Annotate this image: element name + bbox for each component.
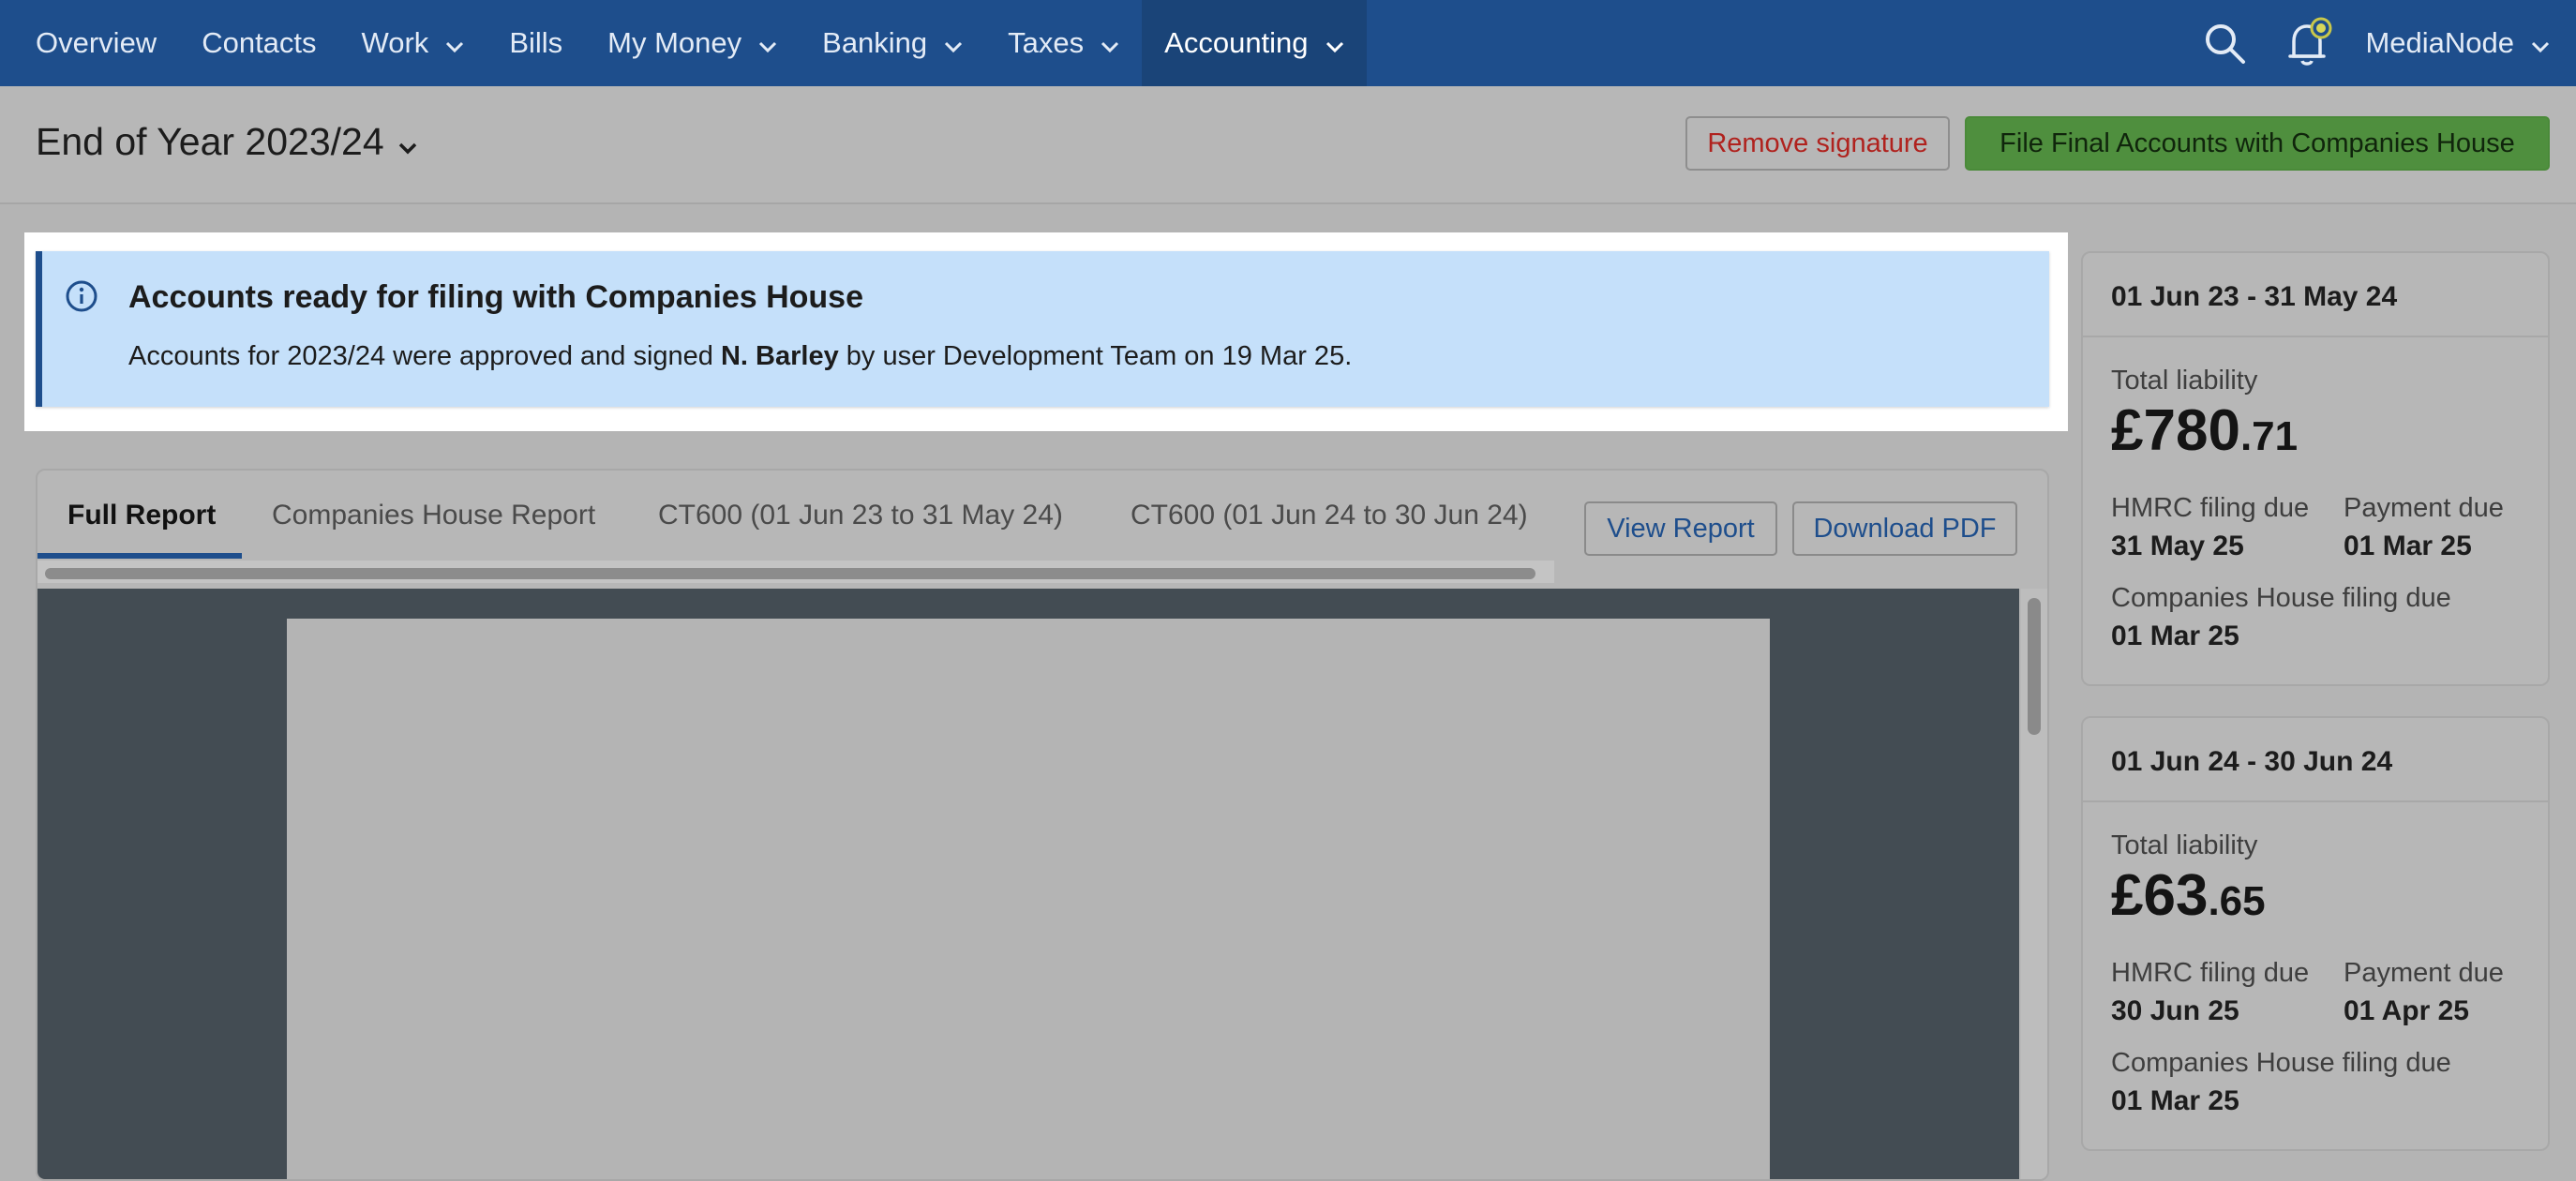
nav-bills-label: Bills	[509, 26, 563, 59]
tab-ct600-2024[interactable]: CT600 (01 Jun 24 to 30 Jun 24)	[1131, 471, 1528, 561]
total-liability-label: Total liability	[2111, 366, 2258, 396]
nav-banking[interactable]: Banking	[800, 0, 985, 86]
nav-work[interactable]: Work	[339, 0, 487, 86]
banner-highlight: Accounts ready for filing with Companies…	[24, 232, 2068, 431]
total-liability-amount: £63.65	[2111, 862, 2266, 929]
payment-due-label: Payment due	[2344, 493, 2504, 523]
nav-overview-label: Overview	[36, 26, 157, 59]
nav-bills[interactable]: Bills	[487, 0, 585, 86]
nav-contacts-label: Contacts	[202, 26, 317, 59]
hmrc-filing-value: 31 May 25	[2111, 531, 2244, 561]
pdf-page	[287, 619, 1770, 1179]
period-range: 01 Jun 23 - 31 May 24	[2111, 281, 2398, 312]
page-header: End of Year 2023/24 Remove signature Fil…	[0, 86, 2576, 204]
banner-message: Accounts for 2023/24 were approved and s…	[128, 341, 1352, 372]
nav-accounting[interactable]: Accounting	[1142, 0, 1367, 86]
banner-text-before: Accounts for 2023/24 were approved and s…	[128, 341, 721, 371]
nav-overview[interactable]: Overview	[0, 0, 179, 86]
report-tabs: Full Report Companies House Report CT600…	[37, 471, 2047, 583]
hmrc-filing-label: HMRC filing due	[2111, 958, 2310, 988]
bell-icon[interactable]	[2281, 15, 2337, 71]
banner-title: Accounts ready for filing with Companies…	[128, 279, 863, 315]
total-liability-label: Total liability	[2111, 830, 2258, 860]
amount-pounds: £63	[2111, 863, 2209, 928]
chevron-down-icon	[2531, 26, 2550, 60]
year-selector[interactable]: End of Year 2023/24	[36, 120, 418, 164]
companies-house-filing-label: Companies House filing due	[2111, 583, 2451, 613]
nav-accounting-label: Accounting	[1164, 26, 1309, 59]
active-tab-indicator	[37, 553, 242, 559]
hmrc-filing-value: 30 Jun 25	[2111, 995, 2239, 1026]
file-final-accounts-button[interactable]: File Final Accounts with Companies House	[1965, 116, 2550, 171]
report-card: Full Report Companies House Report CT600…	[36, 469, 2049, 1181]
nav-taxes-label: Taxes	[1008, 26, 1085, 59]
chevron-down-icon	[758, 26, 777, 60]
divider	[2083, 336, 2548, 337]
nav-banking-label: Banking	[822, 26, 928, 59]
info-banner: Accounts ready for filing with Companies…	[36, 251, 2049, 407]
tab-companies-house-report[interactable]: Companies House Report	[272, 471, 595, 561]
info-icon	[65, 279, 98, 318]
remove-signature-button[interactable]: Remove signature	[1685, 116, 1950, 171]
nav-my-money[interactable]: My Money	[585, 0, 800, 86]
user-menu[interactable]: MediaNode	[2365, 26, 2576, 60]
page-title: End of Year 2023/24	[36, 120, 384, 163]
chevron-down-icon	[1325, 26, 1344, 60]
view-report-button[interactable]: View Report	[1584, 501, 1777, 556]
nav-work-label: Work	[361, 26, 429, 59]
chevron-down-icon	[1101, 26, 1119, 60]
companies-house-filing-label: Companies House filing due	[2111, 1048, 2451, 1078]
tabs-scrollbar[interactable]	[45, 568, 1535, 579]
nav-my-money-label: My Money	[607, 26, 742, 59]
tab-ct600-2023[interactable]: CT600 (01 Jun 23 to 31 May 24)	[658, 471, 1063, 561]
period-range: 01 Jun 24 - 30 Jun 24	[2111, 746, 2393, 777]
amount-pounds: £780	[2111, 398, 2240, 463]
payment-due-value: 01 Apr 25	[2344, 995, 2469, 1026]
companies-house-filing-value: 01 Mar 25	[2111, 1085, 2239, 1116]
payment-due-value: 01 Mar 25	[2344, 531, 2472, 561]
divider	[2083, 800, 2548, 802]
banner-text-after: by user Development Team on 19 Mar 25.	[838, 341, 1353, 371]
download-pdf-button[interactable]: Download PDF	[1792, 501, 2017, 556]
nav-right-group: MediaNode	[2196, 0, 2576, 86]
viewer-scrollbar[interactable]	[2028, 598, 2041, 735]
chevron-down-icon	[944, 26, 963, 60]
amount-pence: .71	[2239, 413, 2299, 459]
top-navigation: Overview Contacts Work Bills My Money Ba…	[0, 0, 2576, 86]
period-card-1: 01 Jun 23 - 31 May 24 Total liability £7…	[2081, 251, 2550, 686]
tab-full-report[interactable]: Full Report	[67, 471, 216, 561]
amount-pence: .65	[2208, 878, 2266, 924]
payment-due-label: Payment due	[2344, 958, 2504, 988]
total-liability-amount: £780.71	[2111, 397, 2298, 464]
hmrc-filing-label: HMRC filing due	[2111, 493, 2310, 523]
chevron-down-icon	[445, 26, 464, 60]
user-name: MediaNode	[2365, 26, 2514, 59]
nav-contacts[interactable]: Contacts	[179, 0, 338, 86]
pdf-viewer	[37, 589, 2019, 1179]
banner-signer: N. Barley	[720, 341, 839, 371]
chevron-down-icon	[397, 120, 418, 164]
nav-taxes[interactable]: Taxes	[985, 0, 1142, 86]
companies-house-filing-value: 01 Mar 25	[2111, 620, 2239, 651]
period-card-2: 01 Jun 24 - 30 Jun 24 Total liability £6…	[2081, 716, 2550, 1151]
search-icon[interactable]	[2196, 15, 2253, 71]
